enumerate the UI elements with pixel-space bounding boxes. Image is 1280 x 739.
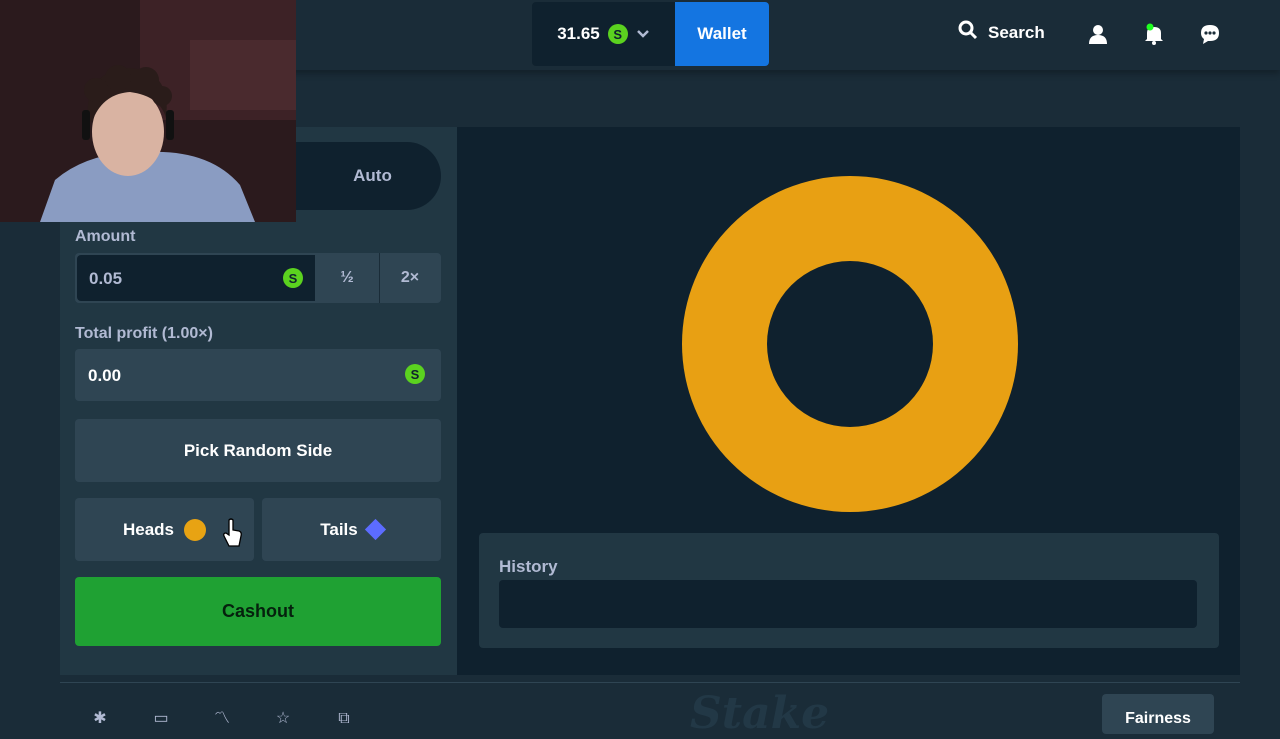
amount-label: Amount [75,228,136,245]
double-bet-button[interactable]: 2× [379,253,440,303]
tails-label: Tails [320,519,358,539]
tab-auto[interactable]: Auto [306,144,439,208]
tails-gem-icon [364,518,386,541]
game-footer [60,682,1240,721]
heads-coin-icon [184,518,207,541]
history-label: History [499,557,558,576]
currency-icon: S [607,24,628,44]
total-profit-value: 0.00 [88,366,122,385]
brand-logo: Stake [690,688,830,739]
user-icon[interactable] [1087,23,1109,45]
mouse-cursor-icon [222,518,244,553]
heads-label: Heads [122,519,175,539]
popout-icon[interactable]: ⧉ [335,710,353,728]
currency-icon: S [405,364,425,384]
tails-button[interactable]: Tails [262,498,441,561]
bet-amount-value: 0.05 [89,269,123,288]
currency-icon: S [283,268,303,288]
half-bet-button[interactable]: ½ [317,253,377,303]
bet-amount-input[interactable]: 0.05 S [77,255,315,301]
history-bar [499,580,1197,628]
wallet-button[interactable]: Wallet [675,2,769,66]
total-profit-field: 0.00 S [75,349,441,401]
pick-random-side-button[interactable]: Pick Random Side [75,419,441,482]
settings-icon[interactable]: ✱ [91,710,109,728]
bet-amount-field: 0.05 S ½ 2× [75,253,441,303]
cashout-button[interactable]: Cashout [75,577,441,646]
flip-coin-graphic [682,176,1018,517]
favorite-star-icon[interactable]: ☆ [274,710,292,728]
total-profit-label: Total profit (1.00×) [75,325,213,342]
balance-amount: 31.65 [557,24,600,43]
stats-icon[interactable]: 〽 [213,710,231,728]
notification-bell-icon[interactable] [1143,23,1165,45]
chevron-down-icon [636,26,650,42]
chat-icon[interactable] [1199,23,1221,45]
balance-selector[interactable]: 31.65 S [532,2,675,66]
search-button[interactable]: Search [958,20,1045,45]
search-icon [958,20,978,45]
theatre-mode-icon[interactable]: ▭ [152,710,170,728]
search-label: Search [988,22,1045,42]
history-panel: History [479,533,1219,648]
webcam-overlay [0,0,296,222]
fairness-button[interactable]: Fairness [1102,694,1214,734]
